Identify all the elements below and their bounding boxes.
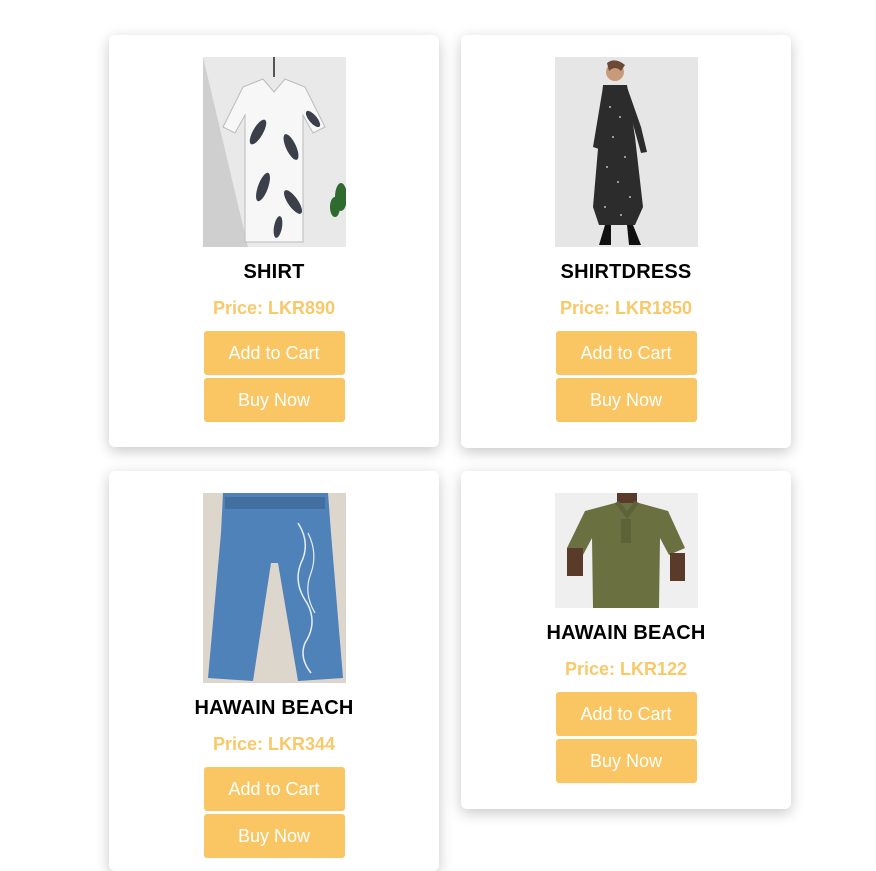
add-to-cart-button[interactable]: Add to Cart [203,767,345,811]
product-card: SHIRTDRESS Price: LKR1850 Add to Cart Bu… [461,35,791,448]
product-name: SHIRTDRESS [560,261,692,283]
add-to-cart-button[interactable]: Add to Cart [555,331,697,375]
buy-now-button[interactable]: Buy Now [555,739,697,783]
product-price: Price: LKR890 [212,298,336,318]
product-price: Price: LKR122 [564,659,688,679]
product-image [554,493,698,608]
product-card: SHIRT Price: LKR890 Add to Cart Buy Now [109,35,439,447]
buy-now-button[interactable]: Buy Now [203,378,345,422]
add-to-cart-button[interactable]: Add to Cart [203,331,345,375]
product-price: Price: LKR1850 [559,298,693,318]
product-image [202,57,346,247]
product-name: SHIRT [243,261,305,283]
product-image [554,57,698,247]
product-card: HAWAIN BEACH Price: LKR344 Add to Cart B… [109,471,439,871]
product-card: HAWAIN BEACH Price: LKR122 Add to Cart B… [461,471,791,809]
product-name: HAWAIN BEACH [546,622,706,644]
buy-now-button[interactable]: Buy Now [555,378,697,422]
add-to-cart-button[interactable]: Add to Cart [555,692,697,736]
product-name: HAWAIN BEACH [194,697,354,719]
product-price: Price: LKR344 [212,734,336,754]
buy-now-button[interactable]: Buy Now [203,814,345,858]
product-image [202,493,346,683]
